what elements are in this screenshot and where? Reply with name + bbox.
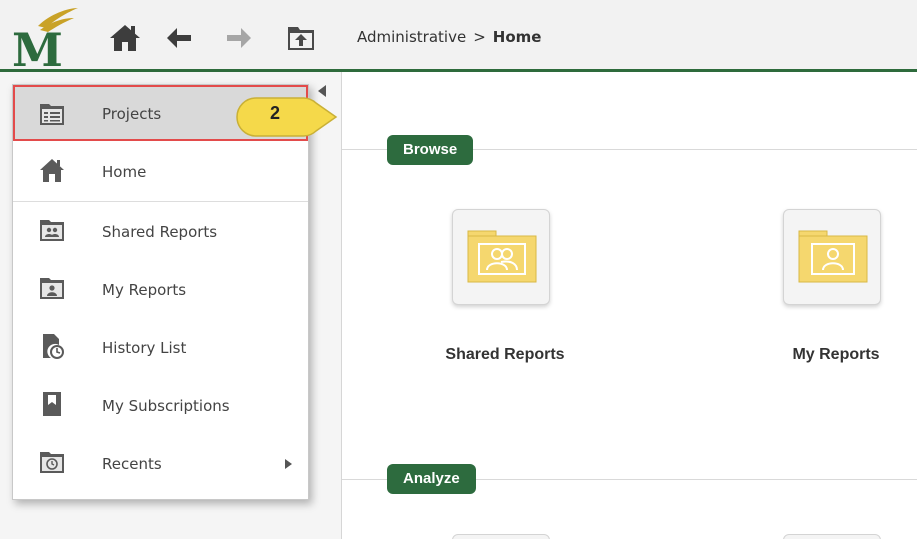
section-title-analyze: Analyze (387, 464, 476, 494)
menu-item-label: Shared Reports (102, 223, 218, 241)
breadcrumb-parent[interactable]: Administrative (357, 28, 466, 46)
tile-my-reports[interactable] (783, 209, 881, 305)
menu-item-label: My Subscriptions (102, 397, 230, 415)
my-folder-icon (798, 230, 868, 283)
projects-icon (40, 104, 64, 125)
menu-item-shared-reports[interactable]: Shared Reports (13, 203, 308, 261)
section-title-browse: Browse (387, 135, 474, 165)
tile-label-shared-reports[interactable]: Shared Reports (405, 346, 605, 364)
shared-folder-icon (40, 220, 64, 241)
tile-partial[interactable] (452, 534, 550, 539)
submenu-arrow-icon (285, 459, 292, 469)
breadcrumb-separator: > (473, 28, 486, 46)
breadcrumb-current: Home (492, 28, 542, 46)
back-arrow-icon (167, 28, 191, 48)
home-button[interactable] (108, 22, 142, 54)
logo-letter: M (12, 23, 63, 68)
up-folder-button[interactable] (284, 22, 318, 54)
menu-item-label: History List (102, 339, 187, 357)
menu-item-label: My Reports (102, 281, 187, 299)
recents-icon (40, 452, 64, 473)
navigation-menu: Projects Home Shared Reports My Reports (12, 84, 309, 500)
up-folder-icon (288, 27, 314, 50)
menu-item-label: Projects (102, 105, 162, 123)
menu-item-label: Home (102, 163, 147, 181)
callout-number: 2 (269, 103, 280, 123)
tile-shared-reports[interactable] (452, 209, 550, 305)
forward-button[interactable] (222, 22, 256, 54)
bookmark-icon (43, 392, 61, 416)
menu-item-history-list[interactable]: History List (13, 319, 308, 377)
menu-item-home[interactable]: Home (13, 143, 308, 201)
menu-item-recents[interactable]: Recents (13, 435, 308, 493)
menu-item-my-reports[interactable]: My Reports (13, 261, 308, 319)
forward-arrow-icon (227, 28, 251, 48)
home-icon (40, 159, 64, 182)
breadcrumb: Administrative > Home (357, 28, 541, 46)
tile-label-my-reports[interactable]: My Reports (736, 346, 917, 364)
top-toolbar: M Administrative > Home (0, 0, 917, 72)
mason-logo[interactable]: M (10, 4, 80, 68)
back-button[interactable] (162, 22, 196, 54)
menu-item-my-subscriptions[interactable]: My Subscriptions (13, 377, 308, 435)
menu-item-label: Recents (102, 455, 162, 473)
history-icon (43, 334, 64, 359)
shared-folder-icon (467, 230, 537, 283)
tile-partial[interactable] (783, 534, 881, 539)
home-icon (110, 25, 140, 51)
my-folder-icon (40, 278, 64, 299)
menu-divider (13, 201, 308, 202)
